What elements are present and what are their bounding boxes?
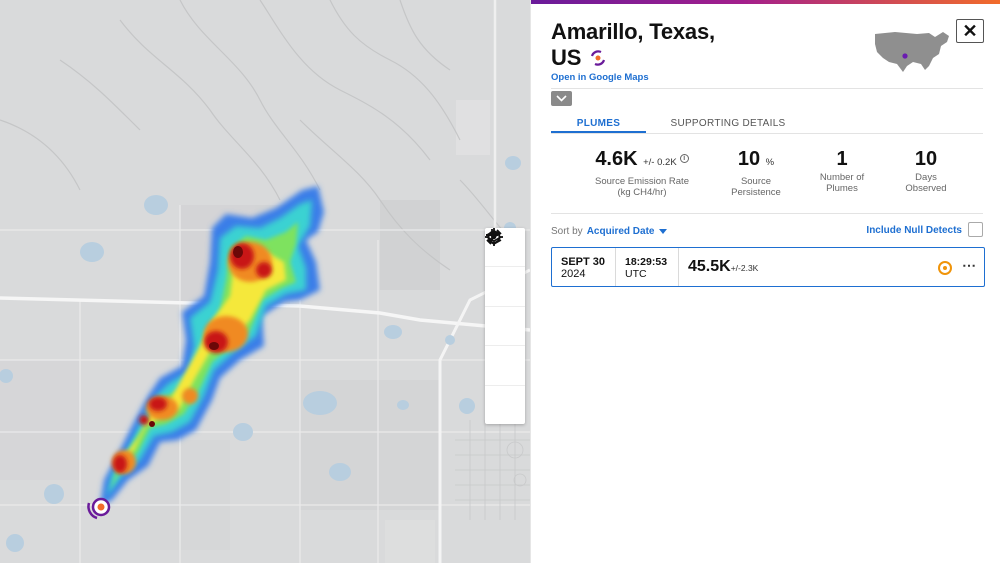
expand-button[interactable] [551, 91, 572, 106]
plume-time-value: 18:29:53 [625, 256, 668, 268]
map-canvas [0, 0, 530, 563]
location-title-line2: US [551, 45, 582, 70]
days-observed-value: 10 [914, 148, 938, 170]
sort-row: Sort by Acquired Date Include Null Detec… [551, 222, 983, 240]
days-observed-label-2: Observed [905, 183, 947, 194]
stat-persistence: 10 % Source Persistence [721, 146, 791, 198]
plume-date: SEPT 30 2024 [552, 248, 616, 286]
plume-list-item[interactable]: SEPT 30 2024 18:29:53 UTC 45.5K+/-2.3K ⋯ [551, 247, 985, 287]
stat-days-observed: 10 Days Observed [891, 146, 961, 194]
layers-button[interactable] [485, 230, 525, 384]
chevron-down-icon [556, 95, 567, 102]
stat-emission-rate: 4.6K +/- 0.2K i Source Emission Rate (kg … [583, 146, 701, 198]
include-null-detects-checkbox[interactable] [968, 222, 983, 237]
plume-count-value: 1 [836, 148, 848, 170]
plume-count-label-2: Plumes [826, 183, 858, 194]
target-icon[interactable] [938, 261, 952, 275]
plume-count-label-1: Number of [819, 172, 865, 183]
tab-plumes[interactable]: PLUMES [551, 112, 646, 133]
emission-rate-label-2: (kg CH4/hr) [617, 187, 667, 198]
emission-rate-uncertainty: +/- 0.2K [643, 157, 677, 168]
us-locator-map-icon [875, 32, 949, 72]
sort-dropdown[interactable]: Acquired Date [587, 226, 655, 237]
info-icon[interactable]: i [679, 154, 689, 163]
zoom-in-button[interactable] [485, 229, 525, 305]
zoom-out-button[interactable] [485, 234, 525, 345]
tab-bar: PLUMES SUPPORTING DETAILS [551, 112, 983, 134]
source-stats: 4.6K +/- 0.2K i Source Emission Rate (kg … [551, 146, 983, 202]
emission-rate-label-1: Source Emission Rate [595, 176, 689, 187]
more-options-icon[interactable]: ⋯ [962, 257, 977, 274]
plume-rate-value: 45.5K [688, 258, 731, 275]
stat-plume-count: 1 Number of Plumes [807, 146, 877, 194]
measure-button[interactable] [485, 229, 525, 424]
detail-panel: Amarillo, Texas, US Open in Google Maps … [530, 0, 1000, 563]
plume-rate-uncertainty: +/-2.3K [730, 263, 759, 273]
persistence-label-1: Source [740, 176, 772, 187]
map-controls [485, 228, 525, 424]
close-button[interactable]: ✕ [956, 19, 984, 43]
plume-time-zone: UTC [625, 268, 647, 280]
persistence-value: 10 [737, 148, 761, 170]
persistence-unit: % [765, 157, 775, 168]
source-location-marker[interactable] [87, 497, 111, 520]
plume-date-year: 2024 [561, 268, 586, 280]
stats-divider [551, 213, 983, 214]
days-observed-label-1: Days [915, 172, 937, 183]
persistence-label-2: Persistence [731, 187, 781, 198]
brand-gradient-bar [531, 0, 1000, 4]
tab-supporting-details[interactable]: SUPPORTING DETAILS [658, 112, 798, 133]
plume-date-day: SEPT 30 [561, 256, 606, 268]
include-null-detects-label[interactable]: Include Null Detects [866, 225, 962, 236]
plume-time: 18:29:53 UTC [616, 248, 679, 286]
header-divider [551, 88, 983, 89]
open-google-maps-link[interactable]: Open in Google Maps [551, 72, 649, 83]
close-icon: ✕ [962, 20, 978, 41]
map-view[interactable] [0, 0, 530, 563]
emission-rate-value: 4.6K [595, 148, 638, 170]
location-title: Amarillo, Texas, US [551, 19, 715, 71]
sort-prefix: Sort by [551, 225, 583, 237]
caret-down-icon[interactable] [659, 228, 668, 234]
location-title-line1: Amarillo, Texas, [551, 19, 715, 44]
source-marker-icon [591, 50, 606, 66]
measure-icon [486, 229, 502, 245]
plume-rate: 45.5K+/-2.3K [679, 258, 758, 276]
